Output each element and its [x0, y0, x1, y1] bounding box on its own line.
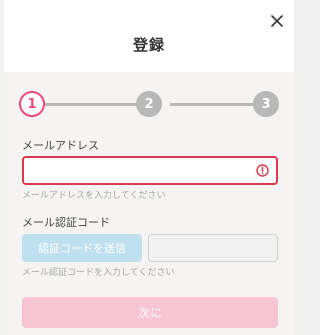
- close-icon[interactable]: [268, 12, 286, 30]
- next-button[interactable]: 次に: [22, 297, 278, 328]
- email-label: メールアドレス: [22, 139, 99, 152]
- step-3: 3: [253, 91, 279, 117]
- step-2: 2: [136, 91, 162, 117]
- verification-code-field[interactable]: [148, 234, 278, 262]
- verification-code-hint: メール認証コードを入力してください: [22, 268, 175, 278]
- email-hint: メールアドレスを入力してください: [22, 191, 166, 201]
- error-icon: [256, 164, 269, 177]
- step-connector: [170, 103, 253, 106]
- email-field[interactable]: [22, 156, 278, 185]
- verification-code-label: メール認証コード: [22, 216, 110, 229]
- step-1: 1: [19, 91, 45, 117]
- send-code-button[interactable]: 認証コードを送信: [22, 234, 142, 262]
- step-connector: [45, 103, 144, 106]
- step-indicator: 1 2 3: [19, 91, 279, 117]
- dialog-title: 登録: [132, 36, 165, 54]
- dialog-header: 登録: [4, 0, 294, 72]
